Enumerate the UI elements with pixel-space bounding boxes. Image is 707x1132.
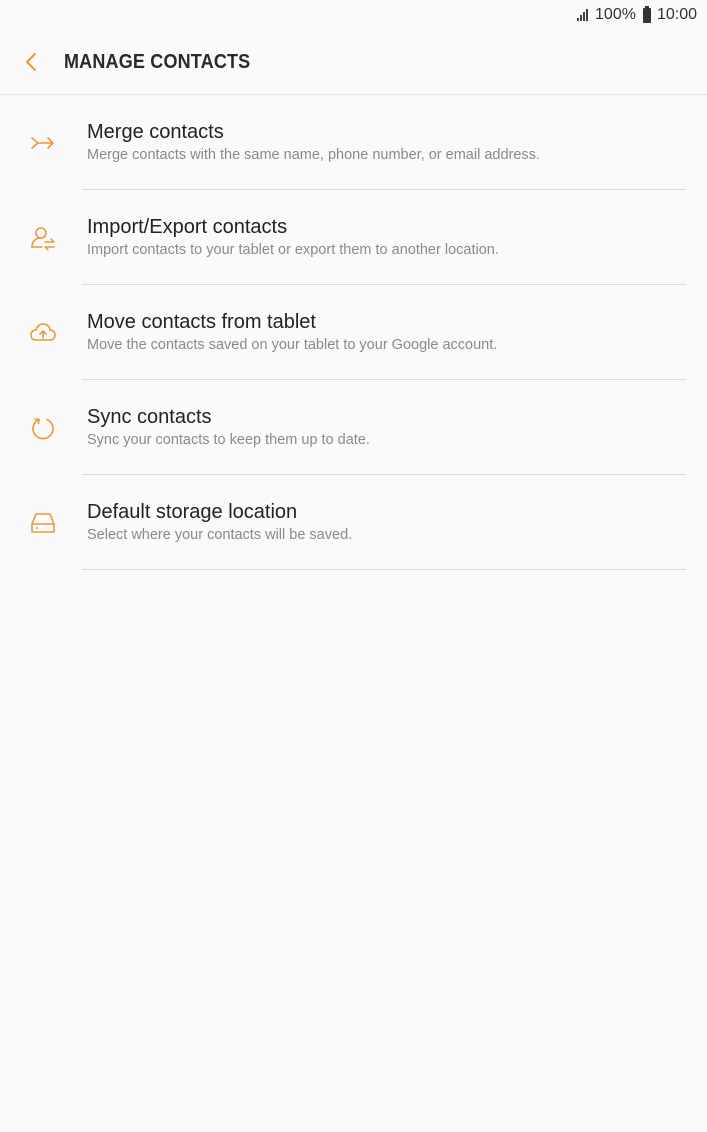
merge-contacts-item[interactable]: Merge contacts Merge contacts with the s…	[0, 95, 707, 190]
item-subtitle: Import contacts to your tablet or export…	[87, 242, 499, 258]
signal-icon	[577, 9, 589, 21]
item-subtitle: Move the contacts saved on your tablet t…	[87, 337, 498, 353]
item-title: Sync contacts	[87, 406, 212, 428]
screen: 100% 10:00 MANAGE CONTACTS Merge contact…	[0, 0, 707, 1132]
app-bar: MANAGE CONTACTS	[0, 30, 707, 95]
clock: 10:00	[656, 6, 697, 23]
chevron-left-icon	[26, 53, 36, 71]
move-contacts-item[interactable]: Move contacts from tablet Move the conta…	[0, 285, 707, 380]
item-subtitle: Select where your contacts will be saved…	[87, 527, 353, 543]
battery-icon	[642, 5, 651, 23]
back-button[interactable]	[0, 30, 64, 94]
cloud-upload-icon	[29, 322, 56, 341]
default-storage-item[interactable]: Default storage location Select where yo…	[0, 475, 707, 570]
item-subtitle: Sync your contacts to keep them up to da…	[87, 432, 370, 448]
merge-icon	[30, 136, 54, 149]
item-title: Default storage location	[87, 501, 298, 523]
sync-icon	[31, 417, 54, 439]
import-export-icon	[30, 226, 55, 251]
divider	[82, 569, 686, 570]
battery-percent: 100%	[595, 6, 636, 23]
item-title: Merge contacts	[87, 121, 224, 143]
item-title: Move contacts from tablet	[87, 311, 316, 333]
settings-list: Merge contacts Merge contacts with the s…	[0, 95, 707, 570]
item-subtitle: Merge contacts with the same name, phone…	[87, 147, 540, 163]
storage-icon	[30, 512, 55, 533]
sync-contacts-item[interactable]: Sync contacts Sync your contacts to keep…	[0, 380, 707, 475]
import-export-contacts-item[interactable]: Import/Export contacts Import contacts t…	[0, 190, 707, 285]
item-title: Import/Export contacts	[87, 216, 288, 238]
page-title: MANAGE CONTACTS	[64, 50, 251, 73]
status-bar: 100% 10:00	[0, 0, 707, 30]
